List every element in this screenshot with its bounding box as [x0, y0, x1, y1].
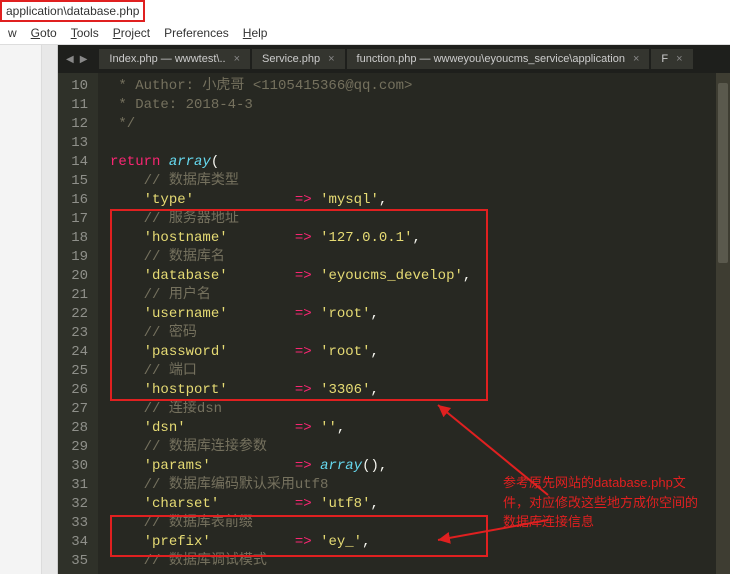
tab-label: Service.php [262, 53, 320, 65]
tab-bar: ◀ ▶ Index.php — wwwtest\.. × Service.php × f… [58, 45, 730, 73]
code-line[interactable]: * Author: 小虎哥 <1105415366@qq.com> [110, 77, 471, 96]
code-line[interactable]: // 连接dsn [110, 400, 471, 419]
code-line[interactable]: 'charset' => 'utf8', [110, 495, 471, 514]
code-line[interactable]: 'database' => 'eyoucms_develop', [110, 267, 471, 286]
code-line[interactable]: return array( [110, 153, 471, 172]
code-line[interactable]: 'prefix' => 'ey_', [110, 533, 471, 552]
line-number: 24 [64, 343, 88, 362]
code-line[interactable]: // 数据库表前缀 [110, 514, 471, 533]
line-number: 33 [64, 514, 88, 533]
line-number: 28 [64, 419, 88, 438]
line-number: 10 [64, 77, 88, 96]
code-line[interactable]: 'params' => array(), [110, 457, 471, 476]
tab[interactable]: F× [651, 49, 692, 69]
main-area: ◀ ▶ Index.php — wwwtest\.. × Service.php × f… [0, 45, 730, 574]
tab-label: Index.php — wwwtest\.. [109, 53, 225, 65]
menu-bar: w Goto Tools Project Preferences Help [0, 22, 730, 45]
code-line[interactable]: // 数据库类型 [110, 172, 471, 191]
code-area[interactable]: 1011121314151617181920212223242526272829… [58, 73, 730, 574]
editor-pane: ◀ ▶ Index.php — wwwtest\.. × Service.php × f… [58, 45, 730, 574]
menu-project[interactable]: Project [113, 26, 150, 40]
line-number: 18 [64, 229, 88, 248]
tab-label: function.php — wwweyou\eyoucms_service\a… [357, 53, 625, 65]
close-icon[interactable]: × [328, 53, 334, 65]
code-line[interactable]: 'hostport' => '3306', [110, 381, 471, 400]
line-number: 26 [64, 381, 88, 400]
line-number: 25 [64, 362, 88, 381]
line-number: 13 [64, 134, 88, 153]
tab-nav-right-icon[interactable]: ▶ [78, 54, 90, 65]
vertical-scrollbar[interactable] [716, 73, 730, 574]
code-line[interactable]: 'username' => 'root', [110, 305, 471, 324]
tab[interactable]: Index.php — wwwtest\.. × [99, 49, 250, 69]
file-path-title: application\database.php [0, 0, 145, 22]
code-line[interactable]: 'hostname' => '127.0.0.1', [110, 229, 471, 248]
line-number: 19 [64, 248, 88, 267]
close-icon[interactable]: × [676, 53, 682, 65]
tab[interactable]: Service.php × [252, 49, 345, 69]
code-line[interactable]: 'password' => 'root', [110, 343, 471, 362]
code-line[interactable]: // 服务器地址 [110, 210, 471, 229]
line-number: 27 [64, 400, 88, 419]
code-line[interactable]: // 用户名 [110, 286, 471, 305]
line-number: 31 [64, 476, 88, 495]
code-line[interactable] [110, 134, 471, 153]
line-number: 15 [64, 172, 88, 191]
code-line[interactable]: * Date: 2018-4-3 [110, 96, 471, 115]
code-line[interactable]: // 数据库名 [110, 248, 471, 267]
line-number: 12 [64, 115, 88, 134]
line-number: 29 [64, 438, 88, 457]
tab-label: F [661, 53, 668, 65]
code-line[interactable]: // 端口 [110, 362, 471, 381]
line-number: 23 [64, 324, 88, 343]
close-icon[interactable]: × [633, 53, 639, 65]
code-line[interactable]: // 密码 [110, 324, 471, 343]
menu-tools[interactable]: Tools [71, 26, 99, 40]
sidebar-gutter [0, 45, 42, 574]
code-line[interactable]: */ [110, 115, 471, 134]
line-number: 20 [64, 267, 88, 286]
line-number: 17 [64, 210, 88, 229]
line-number: 30 [64, 457, 88, 476]
line-numbers: 1011121314151617181920212223242526272829… [58, 73, 98, 574]
code-line[interactable]: // 数据库连接参数 [110, 438, 471, 457]
line-number: 11 [64, 96, 88, 115]
menu-preferences[interactable]: Preferences [164, 26, 229, 40]
line-number: 32 [64, 495, 88, 514]
line-number: 22 [64, 305, 88, 324]
scrollbar-thumb[interactable] [718, 83, 728, 263]
tab[interactable]: function.php — wwweyou\eyoucms_service\a… [347, 49, 650, 69]
line-number: 21 [64, 286, 88, 305]
code-line[interactable]: 'dsn' => '', [110, 419, 471, 438]
menu-view[interactable]: w [8, 26, 17, 40]
code-line[interactable]: 'type' => 'mysql', [110, 191, 471, 210]
line-number: 35 [64, 552, 88, 571]
menu-goto[interactable]: Goto [31, 26, 57, 40]
code-line[interactable]: // 数据库编码默认采用utf8 [110, 476, 471, 495]
side-strip [42, 45, 58, 574]
line-number: 14 [64, 153, 88, 172]
line-number: 16 [64, 191, 88, 210]
tab-nav: ◀ ▶ [64, 54, 89, 65]
line-number: 34 [64, 533, 88, 552]
tab-nav-left-icon[interactable]: ◀ [64, 54, 76, 65]
close-icon[interactable]: × [234, 53, 240, 65]
menu-help[interactable]: Help [243, 26, 268, 40]
code-line[interactable]: // 数据库调试模式 [110, 552, 471, 571]
code-content[interactable]: * Author: 小虎哥 <1105415366@qq.com> * Date… [98, 73, 471, 574]
